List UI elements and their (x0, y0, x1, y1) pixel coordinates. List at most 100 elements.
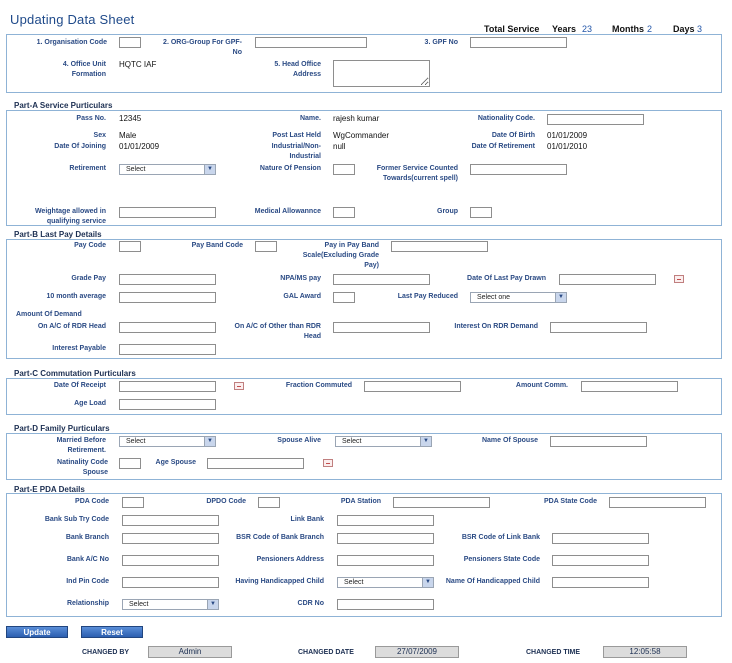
age-spouse-input[interactable] (207, 458, 304, 469)
name-of-spouse-input[interactable] (550, 436, 647, 447)
part-a-panel (6, 110, 722, 226)
changed-by-label: CHANGED BY (82, 649, 130, 656)
group-input[interactable] (470, 207, 492, 218)
amount-comm-input[interactable] (581, 381, 678, 392)
last-pay-reduced-select[interactable]: Select one ▼ (470, 292, 567, 303)
npa-ms-pay-input[interactable] (333, 274, 430, 285)
pay-band-scale-input[interactable] (391, 241, 488, 252)
ind-pin-code-input[interactable] (122, 577, 219, 588)
date-last-pay-label: Date Of Last Pay Drawn (467, 275, 546, 282)
date-of-receipt-label: Date Of Receipt (53, 382, 106, 389)
sex-label: Sex (93, 132, 106, 139)
calendar-icon[interactable] (234, 382, 244, 390)
years-label: Years (552, 24, 577, 34)
pensioners-state-label: Pensioners State Code (463, 556, 540, 563)
pda-state-code-input[interactable] (609, 497, 706, 508)
date-of-birth-value: 01/01/2009 (547, 131, 588, 140)
interest-payable-input[interactable] (119, 344, 216, 355)
pay-band-scale-label: Pay in Pay Band Scale(Excluding Grade Pa… (302, 242, 379, 269)
changed-date-value: 27/07/2009 (375, 646, 459, 658)
npa-ms-pay-label: NPA/MS pay (280, 275, 321, 282)
nationality-spouse-input[interactable] (119, 458, 141, 469)
name-handicapped-child-label: Name Of Handicapped Child (445, 578, 540, 585)
date-of-receipt-input[interactable] (119, 381, 216, 392)
update-button[interactable]: Update (6, 626, 68, 638)
office-unit-label: 4. Office Unit Formation (62, 61, 106, 78)
interest-rdr-label: Interest On RDR Demand (454, 323, 538, 330)
cdr-no-input[interactable] (337, 599, 434, 610)
medical-allowance-label: Medical Allowannce (254, 208, 321, 215)
other-rdr-head-label: On A/C of Other than RDR Head (234, 323, 321, 340)
rdr-head-label: On A/C of RDR Head (37, 323, 106, 330)
grade-pay-input[interactable] (119, 274, 216, 285)
group-label: Group (437, 208, 458, 215)
other-rdr-head-input[interactable] (333, 322, 430, 333)
rdr-head-input[interactable] (119, 322, 216, 333)
interest-rdr-input[interactable] (550, 322, 647, 333)
calendar-icon[interactable] (674, 275, 684, 283)
nature-of-pension-label: Nature Of Pension (259, 165, 321, 172)
nature-of-pension-input[interactable] (333, 164, 355, 175)
date-of-birth-label: Date Of Birth (491, 132, 535, 139)
changed-time-value: 12:05:58 (603, 646, 687, 658)
retirement-select-value: Select (126, 166, 146, 173)
part-d-heading: Part-D Family Purticulars (14, 424, 110, 433)
married-before-value: Select (126, 438, 146, 445)
chevron-down-icon: ▼ (207, 600, 218, 609)
bsr-link-bank-input[interactable] (552, 533, 649, 544)
retirement-select[interactable]: Select ▼ (119, 164, 216, 175)
head-office-textarea[interactable] (333, 60, 430, 87)
ten-month-average-input[interactable] (119, 292, 216, 303)
pda-code-input[interactable] (122, 497, 144, 508)
page-title: Updating Data Sheet (10, 12, 135, 27)
weightage-label: Weightage allowed in qualifying service (34, 208, 106, 225)
pensioners-address-input[interactable] (337, 555, 434, 566)
pay-code-input[interactable] (119, 241, 141, 252)
spouse-alive-value: Select (342, 438, 362, 445)
gal-award-input[interactable] (333, 292, 355, 303)
relationship-select[interactable]: Select ▼ (122, 599, 219, 610)
calendar-icon[interactable] (323, 459, 333, 467)
handicapped-child-value: Select (344, 579, 364, 586)
bank-sub-try-input[interactable] (122, 515, 219, 526)
bsr-link-bank-label: BSR Code of Link Bank (461, 534, 540, 541)
weightage-input[interactable] (119, 207, 216, 218)
link-bank-label: Link Bank (290, 516, 324, 523)
dpdo-code-label: DPDO Code (206, 498, 246, 505)
fraction-commuted-label: Fraction Commuted (285, 382, 352, 389)
reset-button[interactable]: Reset (81, 626, 143, 638)
bank-ac-no-input[interactable] (122, 555, 219, 566)
handicapped-child-select[interactable]: Select ▼ (337, 577, 434, 588)
date-of-joining-label: Date Of Joining (54, 143, 106, 150)
org-code-input[interactable] (119, 37, 141, 48)
months-value: 2 (647, 24, 653, 34)
date-of-retirement-label: Date Of Retirement (471, 143, 535, 150)
bank-branch-label: Bank Branch (65, 534, 109, 541)
pensioners-address-label: Pensioners Address (256, 556, 324, 563)
link-bank-input[interactable] (337, 515, 434, 526)
fraction-commuted-input[interactable] (364, 381, 461, 392)
bank-branch-input[interactable] (122, 533, 219, 544)
nationality-code-input[interactable] (547, 114, 644, 125)
name-handicapped-child-input[interactable] (552, 577, 649, 588)
pay-band-code-input[interactable] (255, 241, 277, 252)
total-service-label: Total Service (484, 24, 540, 34)
married-before-select[interactable]: Select ▼ (119, 436, 216, 447)
bank-ac-no-label: Bank A/C No (66, 556, 109, 563)
former-service-input[interactable] (470, 164, 567, 175)
interest-payable-label: Interest Payable (52, 345, 106, 352)
pensioners-state-input[interactable] (552, 555, 649, 566)
changed-time-label: CHANGED TIME (526, 649, 581, 656)
pda-station-label: PDA Station (340, 498, 381, 505)
date-last-pay-input[interactable] (559, 274, 656, 285)
pda-station-input[interactable] (393, 497, 490, 508)
cdr-no-label: CDR No (297, 600, 324, 607)
spouse-alive-select[interactable]: Select ▼ (335, 436, 432, 447)
gpf-no-input[interactable] (470, 37, 567, 48)
bsr-bank-branch-input[interactable] (337, 533, 434, 544)
part-b-heading: Part-B Last Pay Details (14, 230, 102, 239)
medical-allowance-input[interactable] (333, 207, 355, 218)
age-load-input[interactable] (119, 399, 216, 410)
org-group-input[interactable] (255, 37, 367, 48)
dpdo-code-input[interactable] (258, 497, 280, 508)
